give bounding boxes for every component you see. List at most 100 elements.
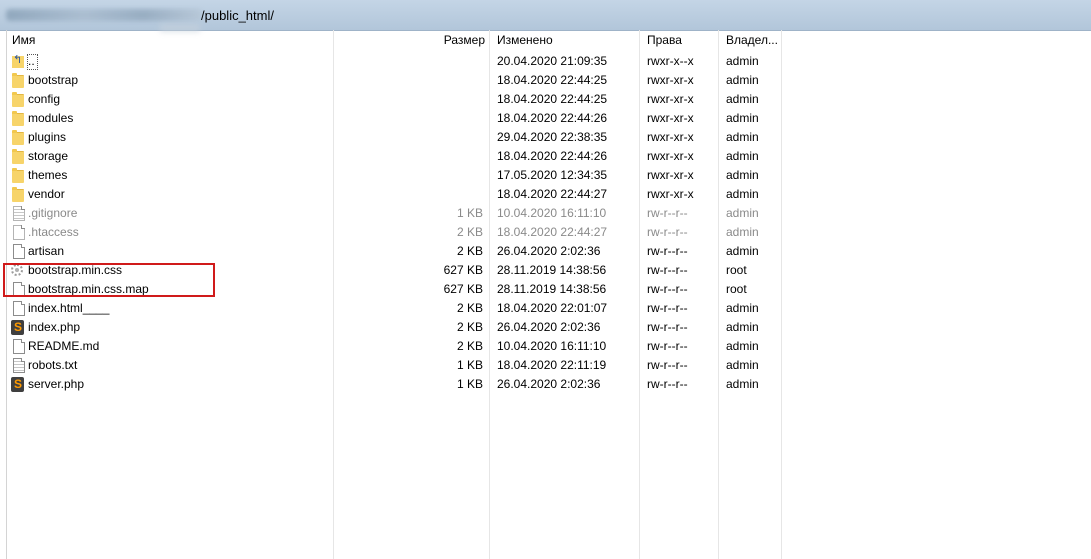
column-header-permissions[interactable]: Права xyxy=(647,33,682,47)
file-row[interactable]: server.php 1 KB 26.04.2020 2:02:36 rw-r--r-… xyxy=(0,375,781,394)
file-name: .. xyxy=(28,54,35,68)
file-name: themes xyxy=(28,168,68,182)
column-separator-owner xyxy=(781,30,782,559)
file-name: .htaccess xyxy=(28,225,79,239)
file-row[interactable]: .htaccess 2 KB 18.04.2020 22:44:27 rw-r--r-… xyxy=(0,223,781,242)
file-row[interactable]: bootstrap 18.04.2020 22:44:25 rwxr-xr-x adm… xyxy=(0,71,781,90)
file-size: 1 KB xyxy=(456,358,483,372)
column-header-owner[interactable]: Владел... xyxy=(726,33,778,47)
file-permissions: rw-r--r-- xyxy=(647,358,688,372)
file-icon xyxy=(13,244,25,259)
file-row[interactable]: config 18.04.2020 22:44:25 rwxr-xr-x admin xyxy=(0,90,781,109)
file-name: vendor xyxy=(28,187,65,201)
file-size: 2 KB xyxy=(456,339,483,353)
path-bar[interactable]: /public_html/ xyxy=(0,0,1091,32)
file-modified: 18.04.2020 22:01:07 xyxy=(497,301,608,315)
file-owner: admin xyxy=(726,320,759,334)
file-name: config xyxy=(28,92,61,106)
file-row[interactable]: storage 18.04.2020 22:44:26 rwxr-xr-x admin xyxy=(0,147,781,166)
file-permissions: rw-r--r-- xyxy=(647,320,688,334)
file-modified: 18.04.2020 22:44:25 xyxy=(497,92,608,106)
file-owner: admin xyxy=(726,168,759,182)
file-permissions: rwxr-xr-x xyxy=(647,73,694,87)
file-row[interactable]: index.php 2 KB 26.04.2020 2:02:36 rw-r--r--… xyxy=(0,318,781,337)
file-size: 1 KB xyxy=(456,206,483,220)
file-modified: 18.04.2020 22:44:25 xyxy=(497,73,608,87)
file-owner: admin xyxy=(726,358,759,372)
file-name: modules xyxy=(28,111,74,125)
sublime-icon xyxy=(11,320,24,335)
file-name: robots.txt xyxy=(28,358,78,372)
folder-icon xyxy=(12,187,24,202)
file-modified: 18.04.2020 22:11:19 xyxy=(497,358,607,372)
file-modified: 18.04.2020 22:44:27 xyxy=(497,225,608,239)
column-header-name[interactable]: Имя xyxy=(12,33,35,47)
file-permissions: rwxr-xr-x xyxy=(647,92,694,106)
file-name: index.php xyxy=(28,320,81,334)
file-modified: 28.11.2019 14:38:56 xyxy=(497,263,607,277)
text-file-icon xyxy=(13,206,25,221)
file-permissions: rwxr-xr-x xyxy=(647,168,694,182)
file-row[interactable]: artisan 2 KB 26.04.2020 2:02:36 rw-r--r-- ad… xyxy=(0,242,781,261)
file-modified: 26.04.2020 2:02:36 xyxy=(497,320,601,334)
red-highlight-box xyxy=(3,263,215,297)
file-modified: 26.04.2020 2:02:36 xyxy=(497,377,601,391)
blurred-path-prefix xyxy=(6,9,202,21)
column-header-size[interactable]: Размер xyxy=(400,33,485,47)
folder-icon xyxy=(12,168,24,183)
file-name: .gitignore xyxy=(28,206,78,220)
file-name: artisan xyxy=(28,244,65,258)
parent-folder-icon xyxy=(12,53,24,68)
file-name: README.md xyxy=(28,339,100,353)
file-modified: 10.04.2020 16:11:10 xyxy=(497,206,607,220)
text-file-icon xyxy=(13,358,25,373)
file-row[interactable]: README.md 2 KB 10.04.2020 16:11:10 rw-r--r-… xyxy=(0,337,781,356)
file-icon xyxy=(13,339,25,354)
file-row[interactable]: .. 20.04.2020 21:09:35 rwxr-x--x admin xyxy=(0,52,781,71)
file-modified: 20.04.2020 21:09:35 xyxy=(497,54,608,68)
file-owner: root xyxy=(726,263,747,277)
folder-icon xyxy=(12,73,24,88)
file-owner: admin xyxy=(726,301,759,315)
file-size: 2 KB xyxy=(456,225,483,239)
file-permissions: rw-r--r-- xyxy=(647,282,688,296)
file-owner: admin xyxy=(726,73,759,87)
column-header-modified[interactable]: Изменено xyxy=(497,33,553,47)
file-modified: 17.05.2020 12:34:35 xyxy=(497,168,608,182)
file-permissions: rw-r--r-- xyxy=(647,225,688,239)
file-modified: 18.04.2020 22:44:27 xyxy=(497,187,608,201)
file-size: 627 KB xyxy=(443,263,483,277)
file-owner: admin xyxy=(726,54,759,68)
file-owner: admin xyxy=(726,244,759,258)
file-name: server.php xyxy=(28,377,85,391)
file-modified: 29.04.2020 22:38:35 xyxy=(497,130,608,144)
file-owner: root xyxy=(726,282,747,296)
file-owner: admin xyxy=(726,92,759,106)
file-permissions: rw-r--r-- xyxy=(647,206,688,220)
file-row[interactable]: plugins 29.04.2020 22:38:35 rwxr-xr-x admin xyxy=(0,128,781,147)
file-modified: 26.04.2020 2:02:36 xyxy=(497,244,601,258)
folder-icon xyxy=(12,111,24,126)
file-name: plugins xyxy=(28,130,67,144)
file-row[interactable]: themes 17.05.2020 12:34:35 rwxr-xr-x admin xyxy=(0,166,781,185)
file-permissions: rw-r--r-- xyxy=(647,244,688,258)
file-row[interactable]: vendor 18.04.2020 22:44:27 rwxr-xr-x admin xyxy=(0,185,781,204)
column-header: Имя Размер Изменено Права Владел... xyxy=(0,30,781,50)
file-row[interactable]: robots.txt 1 KB 18.04.2020 22:11:19 rw-r--r… xyxy=(0,356,781,375)
file-row[interactable]: index.html____ 2 KB 18.04.2020 22:01:07 rw-… xyxy=(0,299,781,318)
folder-icon xyxy=(12,130,24,145)
file-permissions: rwxr-x--x xyxy=(647,54,694,68)
file-row[interactable]: modules 18.04.2020 22:44:26 rwxr-xr-x admin xyxy=(0,109,781,128)
file-row[interactable]: .gitignore 1 KB 10.04.2020 16:11:10 rw-r--r… xyxy=(0,204,781,223)
folder-icon xyxy=(12,92,24,107)
file-size: 2 KB xyxy=(456,320,483,334)
file-name: storage xyxy=(28,149,69,163)
file-size: 2 KB xyxy=(456,244,483,258)
file-permissions: rw-r--r-- xyxy=(647,377,688,391)
file-permissions: rwxr-xr-x xyxy=(647,130,694,144)
file-owner: admin xyxy=(726,149,759,163)
path-text: /public_html/ xyxy=(201,8,274,23)
sublime-icon xyxy=(11,377,24,392)
file-size: 1 KB xyxy=(456,377,483,391)
file-owner: admin xyxy=(726,206,759,220)
